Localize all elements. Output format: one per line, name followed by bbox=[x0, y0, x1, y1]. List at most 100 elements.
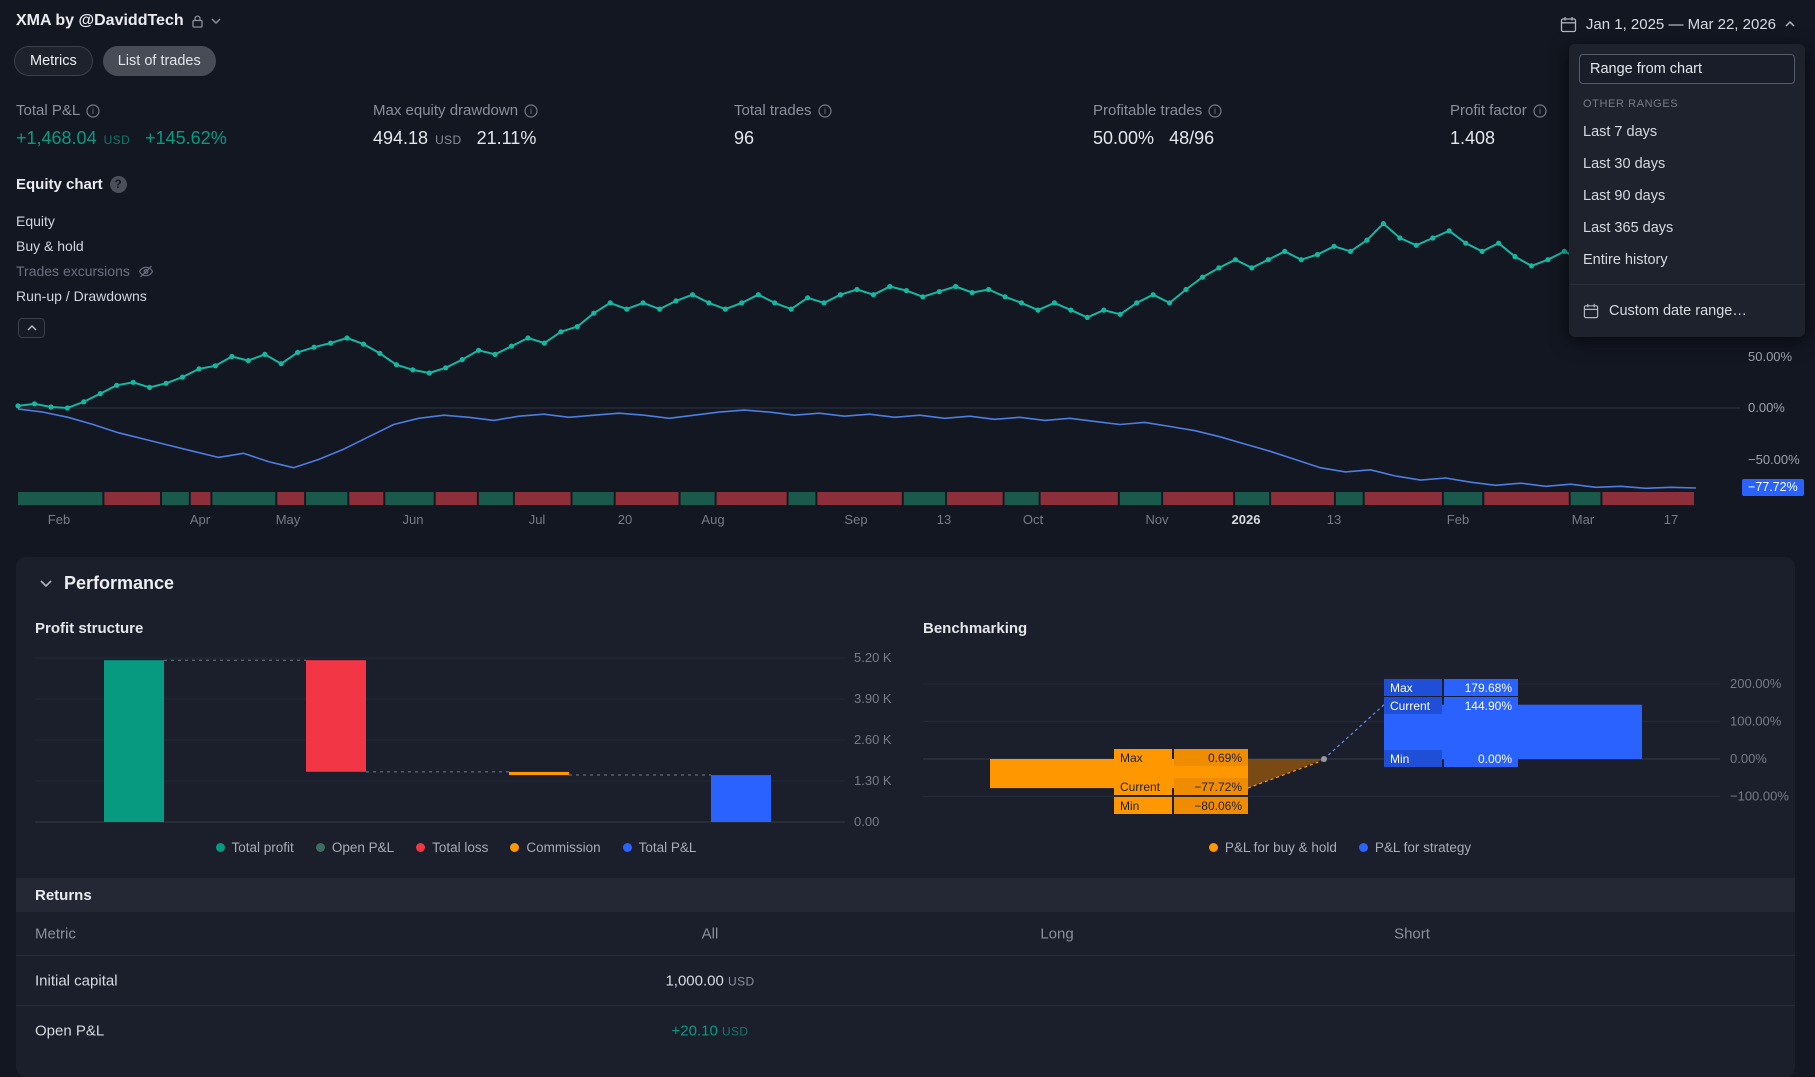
metric-label: Max equity drawdown bbox=[373, 102, 519, 119]
legend-item[interactable]: Total P&L bbox=[622, 840, 696, 855]
tab-list-of-trades[interactable]: List of trades bbox=[102, 46, 216, 76]
metric-label: Profitable trades bbox=[1093, 102, 1203, 119]
metric-total-trades: Total trades i 96 bbox=[734, 102, 832, 149]
x-axis-tick: Apr bbox=[189, 512, 211, 527]
column-long: Long bbox=[1040, 925, 1074, 942]
svg-text:5.20 K: 5.20 K bbox=[854, 650, 892, 665]
chevron-down-icon[interactable] bbox=[211, 18, 221, 24]
equity-chart-canvas[interactable] bbox=[0, 205, 1815, 515]
menu-item-custom-date-range[interactable]: Custom date range… bbox=[1569, 293, 1805, 329]
row-metric-label: Initial capital bbox=[35, 972, 118, 989]
value: +20.10 bbox=[671, 1022, 718, 1040]
legend-item[interactable]: Open P&L bbox=[315, 840, 394, 855]
svg-text:i: i bbox=[824, 106, 826, 116]
svg-text:0.69%: 0.69% bbox=[1208, 751, 1242, 765]
metric-profit-factor: Profit factor i 1.408 bbox=[1450, 102, 1547, 149]
column-metric: Metric bbox=[35, 925, 76, 942]
x-axis-tick: 20 bbox=[617, 512, 633, 527]
legend-item-buy-hold[interactable]: Buy & hold bbox=[16, 238, 154, 254]
column-all: All bbox=[701, 925, 719, 942]
equity-chart-legend: Equity Buy & hold Trades excursions Run-… bbox=[16, 213, 154, 304]
value-unit: USD bbox=[721, 1024, 749, 1039]
info-icon[interactable]: i bbox=[1208, 103, 1222, 118]
x-axis-tick: Feb bbox=[47, 512, 71, 527]
help-icon[interactable]: ? bbox=[109, 176, 127, 193]
legend-dot bbox=[315, 843, 325, 852]
metric-extra: +145.62% bbox=[145, 128, 227, 148]
table-row-initial-capital: Initial capital 1,000.00 USD bbox=[16, 956, 1795, 1006]
strategy-tester-panel: { "colors": { "green": "#089981", "red":… bbox=[0, 0, 1815, 1077]
legend-label: Trades excursions bbox=[16, 263, 130, 279]
x-axis-tick: Nov bbox=[1145, 512, 1169, 527]
legend-item-runup-drawdowns[interactable]: Run-up / Drawdowns bbox=[16, 288, 154, 304]
menu-item-last-365-days[interactable]: Last 365 days bbox=[1569, 212, 1805, 244]
legend-label: Run-up / Drawdowns bbox=[16, 288, 147, 304]
legend-label: P&L for strategy bbox=[1374, 840, 1472, 855]
metric-unit: USD bbox=[103, 133, 131, 147]
x-axis-tick: Feb bbox=[1446, 512, 1470, 527]
menu-item-last-7-days[interactable]: Last 7 days bbox=[1569, 116, 1805, 148]
x-axis-tick: Aug bbox=[701, 512, 725, 527]
benchmarking-legend: P&L for buy & hold P&L for strategy bbox=[900, 840, 1780, 855]
menu-item-label: Custom date range… bbox=[1609, 303, 1747, 319]
menu-item-last-30-days[interactable]: Last 30 days bbox=[1569, 148, 1805, 180]
date-range-label: Jan 1, 2025 — Mar 22, 2026 bbox=[1585, 15, 1776, 33]
x-axis-tick: Oct bbox=[1022, 512, 1044, 527]
metric-value: +1,468.04 bbox=[16, 128, 97, 148]
info-icon[interactable]: i bbox=[1533, 103, 1547, 118]
svg-text:3.90 K: 3.90 K bbox=[854, 691, 892, 706]
svg-text:144.90%: 144.90% bbox=[1465, 699, 1513, 713]
benchmarking-title: Benchmarking bbox=[923, 620, 1028, 637]
performance-section-header[interactable]: Performance bbox=[40, 573, 174, 594]
svg-text:Current: Current bbox=[1390, 699, 1431, 713]
collapse-chart-button[interactable] bbox=[18, 318, 45, 338]
chevron-up-icon bbox=[26, 325, 37, 331]
menu-item-entire-history[interactable]: Entire history bbox=[1569, 244, 1805, 276]
info-icon[interactable]: i bbox=[817, 103, 832, 118]
legend-item-equity[interactable]: Equity bbox=[16, 213, 154, 229]
benchmarking-chart[interactable]: 200.00% 100.00% 0.00% −100.00% Max 0.69% Curre… bbox=[900, 648, 1810, 840]
row-value-all: 1,000.00 USD bbox=[665, 972, 754, 989]
svg-text:Min: Min bbox=[1120, 799, 1139, 813]
metric-profitable-trades: Profitable trades i 50.00% 48/96 bbox=[1093, 102, 1222, 149]
date-range-button[interactable]: Jan 1, 2025 — Mar 22, 2026 bbox=[1552, 8, 1803, 40]
legend-item[interactable]: Total profit bbox=[215, 840, 294, 855]
column-short: Short bbox=[1394, 925, 1430, 942]
svg-text:−77.72%: −77.72% bbox=[1194, 780, 1242, 794]
info-icon[interactable]: i bbox=[524, 103, 538, 118]
menu-item-last-90-days[interactable]: Last 90 days bbox=[1569, 180, 1805, 212]
legend-label: Total loss bbox=[432, 840, 489, 855]
performance-title: Performance bbox=[64, 573, 175, 593]
returns-title: Returns bbox=[35, 886, 92, 904]
chevron-up-icon bbox=[1785, 21, 1795, 27]
legend-item[interactable]: Commission bbox=[510, 840, 601, 855]
svg-text:Max: Max bbox=[1390, 681, 1413, 695]
legend-item[interactable]: P&L for strategy bbox=[1358, 840, 1472, 855]
info-icon[interactable]: i bbox=[86, 103, 100, 118]
svg-text:200.00%: 200.00% bbox=[1730, 676, 1782, 691]
tab-metrics[interactable]: Metrics bbox=[14, 46, 93, 76]
returns-section-header: Returns bbox=[16, 878, 1795, 912]
legend-label: Commission bbox=[526, 840, 601, 855]
row-metric-label: Open P&L bbox=[35, 1022, 105, 1040]
equity-x-axis: Feb Apr May Jun Jul 20 Aug Sep 13 Oct Nov 2026 13 Feb… bbox=[0, 512, 1815, 530]
legend-dot bbox=[622, 843, 632, 852]
calendar-icon bbox=[1560, 16, 1577, 33]
strategy-title-group[interactable]: XMA by @DaviddTech bbox=[16, 12, 221, 30]
svg-text:179.68%: 179.68% bbox=[1465, 681, 1513, 695]
metric-label: Total P&L bbox=[16, 102, 81, 119]
svg-text:0.00: 0.00 bbox=[854, 814, 879, 829]
profit-structure-chart[interactable]: 5.20 K 3.90 K 2.60 K 1.30 K 0.00 bbox=[30, 648, 896, 840]
legend-item-trades-excursions[interactable]: Trades excursions bbox=[16, 263, 154, 279]
svg-text:Max: Max bbox=[1120, 751, 1143, 765]
legend-dot bbox=[1208, 843, 1218, 852]
x-axis-tick: 13 bbox=[936, 512, 952, 527]
legend-item[interactable]: P&L for buy & hold bbox=[1208, 840, 1337, 855]
returns-table-header: Metric All Long Short bbox=[16, 912, 1795, 956]
metric-unit: USD bbox=[435, 133, 462, 147]
legend-item[interactable]: Total loss bbox=[416, 840, 488, 855]
menu-item-range-from-chart[interactable]: Range from chart bbox=[1579, 54, 1795, 84]
legend-dot bbox=[416, 843, 426, 852]
x-axis-tick: 2026 bbox=[1231, 512, 1261, 527]
lock-icon bbox=[191, 14, 203, 28]
